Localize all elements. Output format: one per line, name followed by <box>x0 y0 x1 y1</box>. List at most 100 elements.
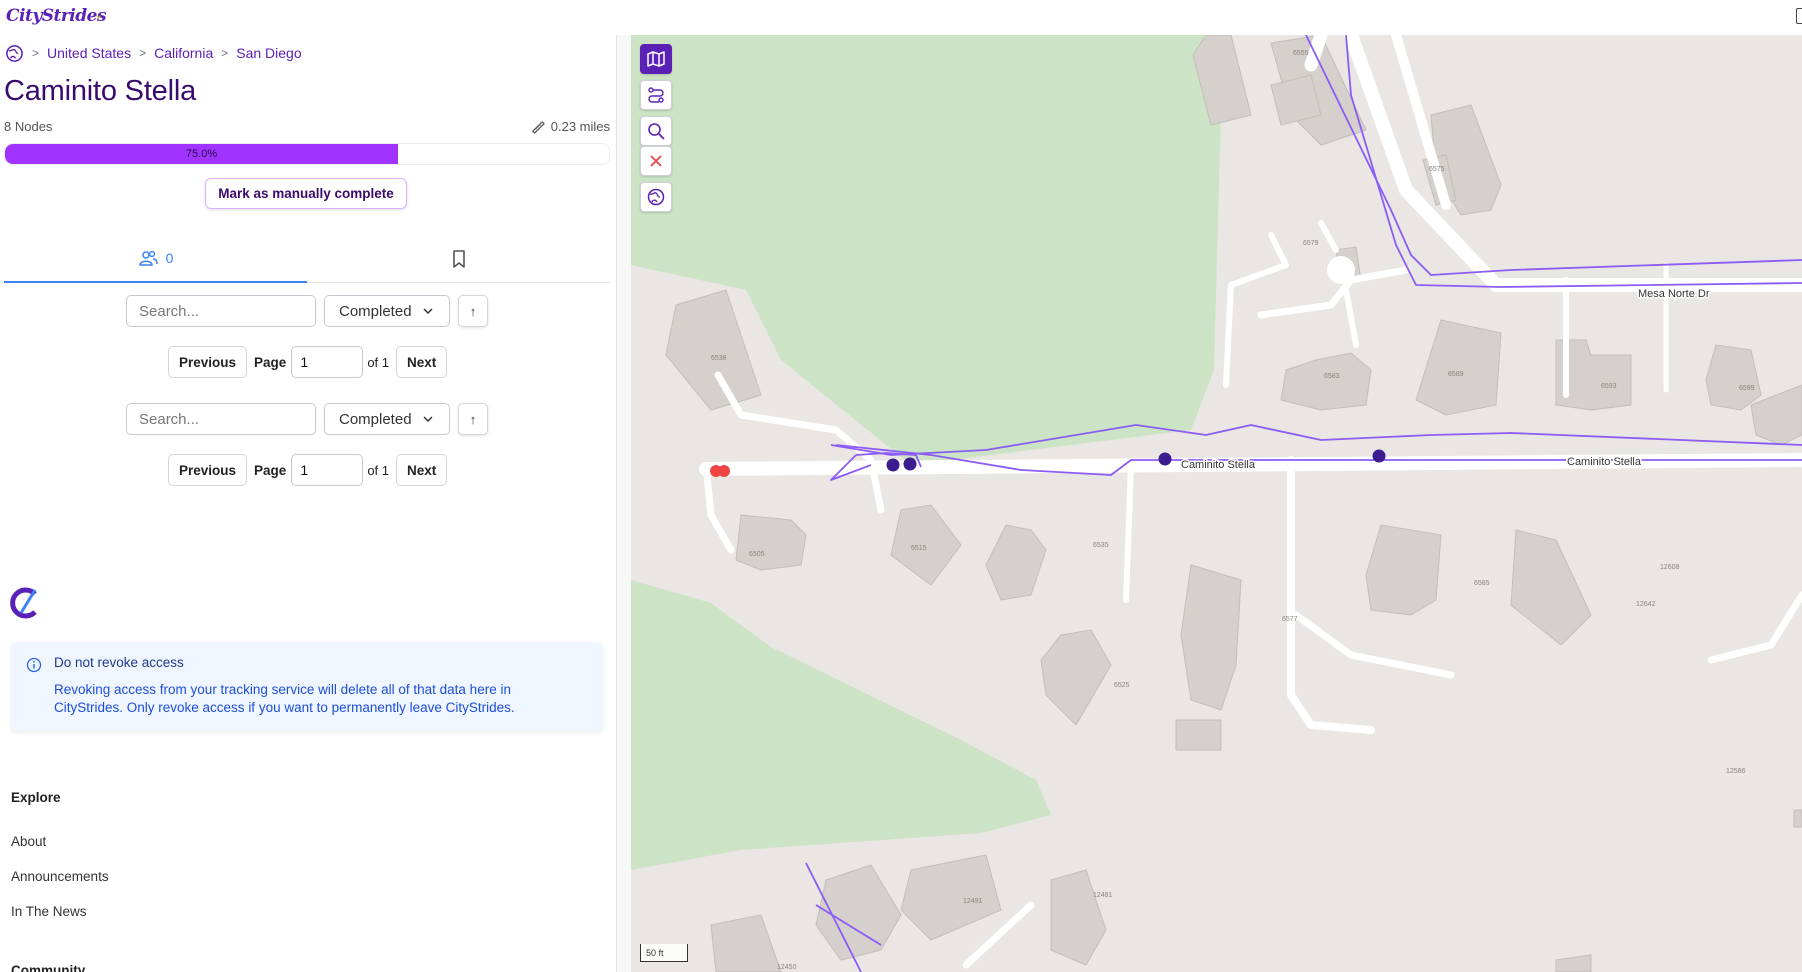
clear-button[interactable] <box>640 146 672 176</box>
house-number: 6538 <box>711 355 727 362</box>
tab-bookmarks[interactable] <box>307 235 610 283</box>
sort-direction-button[interactable]: ↑ <box>458 403 488 435</box>
map-layer-button[interactable] <box>640 44 672 74</box>
breadcrumb: > United States > California > San Diego <box>5 43 302 63</box>
status-filter-select[interactable]: Completed <box>324 403 450 435</box>
house-number: 6583 <box>1324 373 1340 380</box>
footer-link-about[interactable]: About <box>11 834 46 849</box>
page-number-input[interactable]: 1 <box>291 454 364 486</box>
mark-manually-complete-button[interactable]: Mark as manually complete <box>205 178 407 209</box>
ruler-icon <box>531 120 545 134</box>
road <box>1318 220 1339 253</box>
alert-body: Revoking access from your tracking servi… <box>54 682 515 715</box>
globe-icon <box>647 188 665 206</box>
map-icon <box>647 51 665 67</box>
house-number: 12642 <box>1636 601 1656 608</box>
progress-fill: 75.0% <box>5 144 399 164</box>
next-page-button[interactable]: Next <box>396 454 448 486</box>
breadcrumb-country[interactable]: United States <box>47 45 131 61</box>
map-canvas[interactable]: Caminito Stella Caminito Stella Mesa Nor… <box>631 35 1802 972</box>
distance-text: 0.23 miles <box>550 119 610 134</box>
tab-runners[interactable]: 0 <box>4 235 307 283</box>
building <box>710 914 782 972</box>
status-filter-value: Completed <box>339 302 412 320</box>
list-filter-row: Search... Completed ↑ <box>126 294 488 328</box>
completion-progress-bar: 75.0% <box>4 143 610 165</box>
status-filter-select[interactable]: Completed <box>324 295 450 327</box>
routes-button[interactable] <box>640 80 672 110</box>
road <box>1707 591 1802 664</box>
users-icon <box>138 250 158 266</box>
building <box>1365 524 1442 616</box>
breadcrumb-city[interactable]: San Diego <box>236 45 301 61</box>
house-number: 6589 <box>1448 371 1464 378</box>
road <box>1123 462 1134 603</box>
breadcrumb-state[interactable]: California <box>154 45 213 61</box>
chevron-down-icon <box>423 308 433 315</box>
building <box>1050 869 1107 966</box>
building <box>1040 629 1112 726</box>
next-page-button[interactable]: Next <box>396 346 448 378</box>
building <box>985 524 1047 601</box>
street-label: Caminito Stella <box>1567 456 1642 468</box>
sort-direction-button[interactable]: ↑ <box>458 295 488 327</box>
bookmark-icon <box>452 250 465 268</box>
street-detail-panel: > United States > California > San Diego… <box>0 35 616 972</box>
list-filter-row: Search... Completed ↑ <box>126 402 488 436</box>
node-complete[interactable] <box>886 458 900 472</box>
street-distance: 0.23 miles <box>530 119 610 134</box>
globe-icon[interactable] <box>5 44 24 63</box>
logo-text: CityStrides <box>6 6 107 26</box>
street-map[interactable]: Caminito Stella Caminito Stella Mesa Nor… <box>631 35 1802 972</box>
house-number: 12608 <box>1660 564 1680 571</box>
activity-track <box>1345 35 1802 288</box>
runners-count: 0 <box>165 250 174 266</box>
bookmark-edge-icon[interactable] <box>1796 8 1802 24</box>
house-number: 6505 <box>749 551 765 558</box>
road <box>1343 287 1359 348</box>
globe-view-button[interactable] <box>640 182 672 212</box>
house-number: 6593 <box>1601 383 1617 390</box>
house-number: 6555 <box>1293 50 1309 57</box>
footer-link-in-the-news[interactable]: In The News <box>11 904 87 919</box>
footer-link-announcements[interactable]: Announcements <box>11 869 109 884</box>
building <box>1415 319 1502 416</box>
house-number: 6579 <box>1303 240 1319 247</box>
node-incomplete[interactable] <box>718 465 730 477</box>
previous-page-button[interactable]: Previous <box>168 346 248 378</box>
house-number: 6575 <box>1429 166 1445 173</box>
house-number: 6577 <box>1282 616 1298 623</box>
house-number: 6599 <box>1739 385 1755 392</box>
house-number: 12450 <box>777 964 797 971</box>
house-number: 12491 <box>963 898 983 905</box>
road <box>1287 456 1375 734</box>
building <box>665 289 762 411</box>
alert-title: Do not revoke access <box>54 655 184 670</box>
map-scale-bar: 50 ft <box>640 944 688 962</box>
page-total: of 1 <box>367 462 389 478</box>
building <box>1510 529 1592 646</box>
previous-page-button[interactable]: Previous <box>168 454 248 486</box>
map-search-button[interactable] <box>640 116 672 146</box>
citystrides-logo[interactable]: CityStrides <box>4 0 107 32</box>
house-number: 12586 <box>1726 768 1746 775</box>
revoke-access-alert: Do not revoke access Revoking access fro… <box>11 642 603 731</box>
page-number-input[interactable]: 1 <box>291 346 364 378</box>
node-complete[interactable] <box>1158 452 1172 466</box>
detail-tabs: 0 <box>4 235 610 283</box>
house-number: 6525 <box>1114 682 1130 689</box>
search-input[interactable]: Search... <box>126 403 316 435</box>
pagination: Previous Page 1 of 1 Next <box>168 346 448 378</box>
cul-de-sac <box>1327 256 1355 284</box>
page-label: Page <box>254 462 287 478</box>
node-complete[interactable] <box>1372 449 1386 463</box>
road <box>703 471 735 554</box>
node-complete[interactable] <box>903 457 917 471</box>
info-icon <box>26 657 42 673</box>
pagination: Previous Page 1 of 1 Next <box>168 454 448 486</box>
search-input[interactable]: Search... <box>126 295 316 327</box>
page-total: of 1 <box>367 354 389 370</box>
close-icon <box>650 155 662 167</box>
brand-menu-chevron-icon[interactable]: ⌄ <box>94 8 103 21</box>
road-mesa-norte <box>1344 35 1802 292</box>
